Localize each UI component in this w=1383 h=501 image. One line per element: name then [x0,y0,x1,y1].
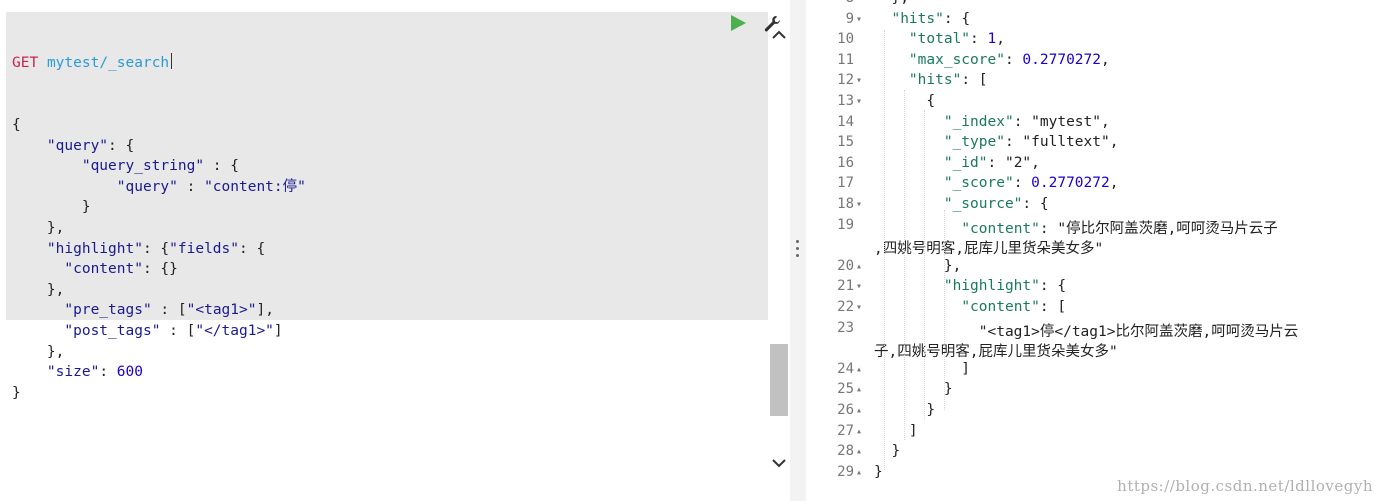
response-line: "_score": 0.2770272, [943,175,1119,192]
response-line: ,四姚号明客,屁库儿里货朵美女多" [874,241,1104,258]
fold-toggle-icon[interactable]: ▴ [856,426,862,437]
line-number: 8 [806,0,854,6]
response-line: "hits": [ [908,72,988,89]
request-code[interactable]: GET mytest/_search { "query": { "query_s… [12,12,306,444]
fold-toggle-icon[interactable]: ▴ [856,364,862,375]
request-line[interactable]: GET mytest/_search [12,53,306,74]
response-line: "_type": "fulltext", [943,134,1119,151]
line-number: 14 [837,113,854,130]
response-line: "content": [ [961,299,1067,315]
request-body-line[interactable]: "query": { [12,136,306,157]
response-line: "_id": "2", [943,154,1040,171]
indent-guide [924,110,925,420]
response-line: "content": "停比尔阿盖茨磨,呵呵烫马片云子 [961,220,1278,237]
response-viewer[interactable]: 8- },9▾ "hits": {10 "total": 1,11 "max_s… [806,0,1383,501]
line-number: 27 [837,422,854,439]
request-body[interactable]: { "query": { "query_string" : { "query" … [12,115,306,403]
line-number: 23 [837,319,854,336]
request-body-line[interactable]: { [12,115,306,136]
request-body-line[interactable]: "query" : "content:停" [12,177,306,198]
chevron-down-icon[interactable] [770,456,788,470]
scrollbar[interactable] [770,30,788,492]
response-line: "total": 1, [908,31,1005,48]
response-line: ] [874,360,971,377]
indent-guide [884,30,885,470]
response-line: "_source": { [943,196,1049,212]
line-number: 24 [837,360,854,377]
request-body-line[interactable]: }, [12,342,306,363]
fold-toggle-icon[interactable]: ▾ [856,302,862,313]
line-number: 9 [845,10,854,27]
line-number: 15 [837,134,854,151]
line-number: 19 [837,216,854,233]
line-number: 21 [837,278,854,295]
line-number: 26 [837,402,854,418]
request-body-line[interactable]: "query_string" : { [12,156,306,177]
response-line: "_index": "mytest", [943,113,1110,130]
http-method: GET [12,55,39,72]
response-line: } [874,443,901,460]
fold-toggle-icon[interactable]: ▾ [856,75,862,86]
chevron-up-icon[interactable] [770,28,788,42]
grip-icon[interactable] [796,240,800,258]
line-number: 18 [837,196,854,212]
fold-toggle-icon[interactable]: ▾ [856,199,862,210]
indent-guide [904,90,905,440]
line-number: 22 [837,299,854,315]
fold-toggle-icon[interactable]: - [856,0,862,4]
request-body-line[interactable]: }, [12,280,306,301]
fold-toggle-icon[interactable]: ▾ [856,281,862,292]
request-body-line[interactable]: } [12,197,306,218]
indent-guide [944,210,945,410]
response-line: } [874,463,883,480]
line-number: 28 [837,443,854,460]
line-number: 25 [837,381,854,398]
line-number: 29 [837,463,854,480]
response-line: }, [874,0,908,6]
request-editor[interactable]: GET mytest/_search { "query": { "query_s… [0,0,790,501]
fold-toggle-icon[interactable]: ▴ [856,405,862,416]
request-body-line[interactable]: "highlight": {"fields": { [12,239,306,260]
response-line: }, [874,257,962,274]
response-line: "hits": { [891,10,971,27]
line-number: 10 [837,31,854,48]
watermark: https://blog.csdn.net/ldllovegyh [1117,477,1373,495]
line-number: 12 [837,72,854,89]
fold-toggle-icon[interactable]: ▴ [856,384,862,395]
request-body-line[interactable]: }, [12,218,306,239]
fold-toggle-icon[interactable]: ▾ [856,14,862,25]
response-line: "max_score": 0.2770272, [908,51,1110,68]
request-body-line[interactable]: "size": 600 [12,362,306,383]
line-number: 16 [837,154,854,171]
request-body-line[interactable]: "post_tags" : ["</tag1>"] [12,321,306,342]
line-number: 17 [837,175,854,192]
line-number: 13 [837,93,854,109]
line-number: 11 [837,51,854,68]
response-line: ] [874,422,918,439]
request-body-line[interactable]: "pre_tags" : ["<tag1>"], [12,300,306,321]
scrollbar-thumb[interactable] [770,344,788,416]
text-cursor [171,53,173,70]
fold-toggle-icon[interactable]: ▴ [856,467,862,478]
response-line: "highlight": { [943,278,1067,295]
fold-toggle-icon[interactable]: ▴ [856,261,862,272]
request-body-line[interactable]: } [12,383,306,404]
response-line: } [874,381,953,398]
response-line: "<tag1>停</tag1>比尔阿盖茨磨,呵呵烫马片云 [874,323,1299,340]
line-number: 20 [837,257,854,274]
play-icon[interactable] [731,15,746,31]
response-line: 子,四姚号明客,屁库儿里货朵美女多" [874,344,1118,361]
request-url: mytest/_search [46,55,170,72]
request-body-line[interactable]: "content": {} [12,259,306,280]
fold-toggle-icon[interactable]: ▴ [856,446,862,457]
fold-toggle-icon[interactable]: ▾ [856,96,862,107]
